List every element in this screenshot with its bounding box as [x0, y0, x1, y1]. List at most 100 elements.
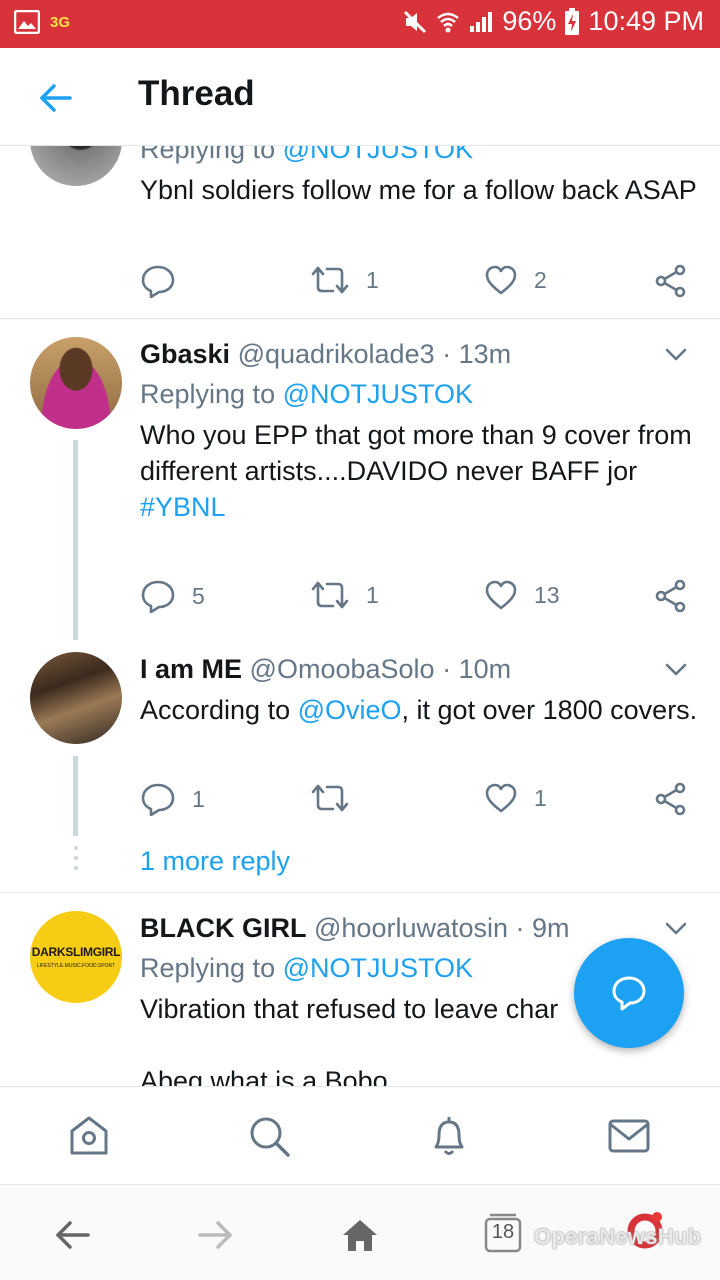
hashtag-link[interactable]: #YBNL — [140, 492, 226, 522]
like-count: 1 — [534, 784, 547, 811]
retweet-button[interactable] — [310, 782, 366, 814]
reply-icon — [141, 580, 175, 613]
tabs-button[interactable]: 18 — [480, 1211, 526, 1257]
reply-button[interactable] — [140, 264, 192, 298]
tweet-actions: 5 1 13 — [140, 579, 700, 615]
author-handle[interactable]: @quadrikolade3 — [238, 339, 435, 369]
like-count: 2 — [534, 266, 547, 293]
tweet-time: 9m — [532, 913, 570, 943]
author-handle[interactable]: @OmoobaSolo — [250, 654, 435, 684]
tweet-author-line: I am ME @OmoobaSolo · 10m — [140, 654, 511, 685]
tweet-author-line: BLACK GIRL @hoorluwatosin · 9m — [140, 913, 570, 944]
browser-back-icon[interactable] — [52, 1215, 92, 1255]
retweet-icon — [311, 784, 349, 812]
like-button[interactable]: 13 — [484, 579, 560, 611]
replying-to-label: Replying to — [140, 953, 283, 983]
mail-icon[interactable] — [606, 1113, 652, 1159]
chevron-down-icon[interactable] — [664, 921, 688, 937]
tab-count: 18 — [491, 1221, 515, 1243]
tweet-text: Ybnl soldiers follow me for a follow bac… — [140, 175, 697, 205]
author-name[interactable]: BLACK GIRL — [140, 913, 306, 943]
separator-dot: · — [434, 339, 459, 369]
retweet-button[interactable]: 1 — [310, 579, 379, 611]
like-button[interactable]: 2 — [484, 264, 547, 296]
reply-icon — [141, 265, 175, 298]
separator-dot: · — [508, 913, 533, 943]
browser-forward-icon[interactable] — [196, 1215, 236, 1255]
like-button[interactable]: 1 — [484, 782, 547, 814]
reply-button[interactable]: 1 — [140, 782, 205, 816]
heart-icon — [485, 580, 517, 610]
gallery-notification-icon — [14, 10, 40, 34]
more-replies-dots — [74, 846, 78, 876]
watermark: OperaNewsHub — [534, 1224, 702, 1249]
browser-home-icon[interactable] — [340, 1215, 380, 1255]
clock: 10:49 PM — [588, 6, 704, 36]
tweet-actions: 1 1 — [140, 782, 700, 818]
reply-button[interactable]: 5 — [140, 579, 205, 613]
thread-connector — [73, 440, 78, 640]
tweet-time: 13m — [458, 339, 512, 369]
wifi-icon — [437, 12, 460, 32]
author-name[interactable]: I am ME — [140, 654, 242, 684]
bottom-tab-bar — [0, 1086, 720, 1184]
battery-percent: 96% — [502, 6, 557, 36]
separator-dot: · — [434, 654, 459, 684]
retweet-button[interactable]: 1 — [310, 264, 379, 296]
avatar[interactable] — [30, 652, 122, 744]
retweet-icon — [311, 266, 349, 294]
share-icon[interactable] — [654, 264, 688, 298]
share-icon[interactable] — [654, 782, 688, 816]
tweet-text: Who you EPP that got more than 9 cover f… — [140, 417, 700, 525]
replying-to: Replying to @NOTJUSTOK — [140, 379, 473, 410]
like-count: 13 — [534, 581, 560, 608]
author-name[interactable]: Gbaski — [140, 339, 230, 369]
speech-bubble-icon — [612, 976, 646, 1011]
heart-icon — [485, 265, 517, 295]
home-icon[interactable] — [66, 1113, 112, 1159]
thread-connector — [73, 756, 78, 836]
author-handle[interactable]: @hoorluwatosin — [314, 913, 508, 943]
tweet-text-content: , it got over 1800 covers. — [401, 695, 698, 725]
mention-link[interactable]: @NOTJUSTOK — [283, 379, 473, 409]
back-arrow-icon[interactable] — [36, 78, 76, 118]
chevron-down-icon[interactable] — [664, 347, 688, 363]
tweet-text: Abeg what is a Bobo — [140, 1066, 388, 1086]
search-icon[interactable] — [246, 1113, 292, 1159]
tweet-text-content: Who you EPP that got more than 9 cover f… — [140, 420, 692, 486]
tweet[interactable]: Gbaski @quadrikolade3 · 13m Replying to … — [0, 319, 720, 619]
more-replies-link[interactable]: 1 more reply — [140, 846, 290, 877]
tweet[interactable]: Replying to @NOTJUSTOK Ybnl soldiers fol… — [0, 146, 720, 318]
replying-to-label: Replying to — [140, 379, 283, 409]
replying-to-label: Replying to — [140, 146, 283, 164]
replying-to: Replying to @NOTJUSTOK — [140, 146, 473, 165]
mute-icon — [404, 10, 427, 33]
page-title: Thread — [138, 74, 255, 113]
avatar[interactable] — [30, 337, 122, 429]
signal-icon — [470, 11, 493, 32]
chevron-down-icon[interactable] — [664, 662, 688, 678]
avatar-subtext: LIFESTYLE.MUSIC.FOOD.SPORT — [36, 963, 116, 969]
tweet[interactable]: I am ME @OmoobaSolo · 10m According to @… — [0, 636, 720, 836]
reply-count: 1 — [192, 785, 205, 812]
reply-count: 5 — [192, 582, 205, 609]
network-type: 3G — [50, 13, 71, 31]
battery-charging-icon — [565, 7, 580, 35]
mention-link[interactable]: @NOTJUSTOK — [283, 953, 473, 983]
retweet-count: 1 — [366, 581, 379, 608]
share-icon[interactable] — [654, 579, 688, 613]
tweet-author-line: Gbaski @quadrikolade3 · 13m — [140, 339, 511, 370]
avatar[interactable] — [30, 146, 122, 186]
tweet-text-content: According to — [140, 695, 298, 725]
heart-icon — [485, 783, 517, 813]
mention-link[interactable]: @OvieO — [298, 695, 402, 725]
mention-link[interactable]: @NOTJUSTOK — [283, 146, 473, 164]
tweet-time: 10m — [458, 654, 512, 684]
replying-to: Replying to @NOTJUSTOK — [140, 953, 473, 984]
retweet-count: 1 — [366, 266, 379, 293]
compose-reply-button[interactable] — [574, 938, 684, 1048]
bell-icon[interactable] — [426, 1113, 472, 1159]
avatar[interactable]: DARKSLIMGIRL LIFESTYLE.MUSIC.FOOD.SPORT — [30, 911, 122, 1003]
tweet-text: According to @OvieO, it got over 1800 co… — [140, 692, 700, 728]
tweet-actions: 1 2 — [140, 264, 700, 300]
